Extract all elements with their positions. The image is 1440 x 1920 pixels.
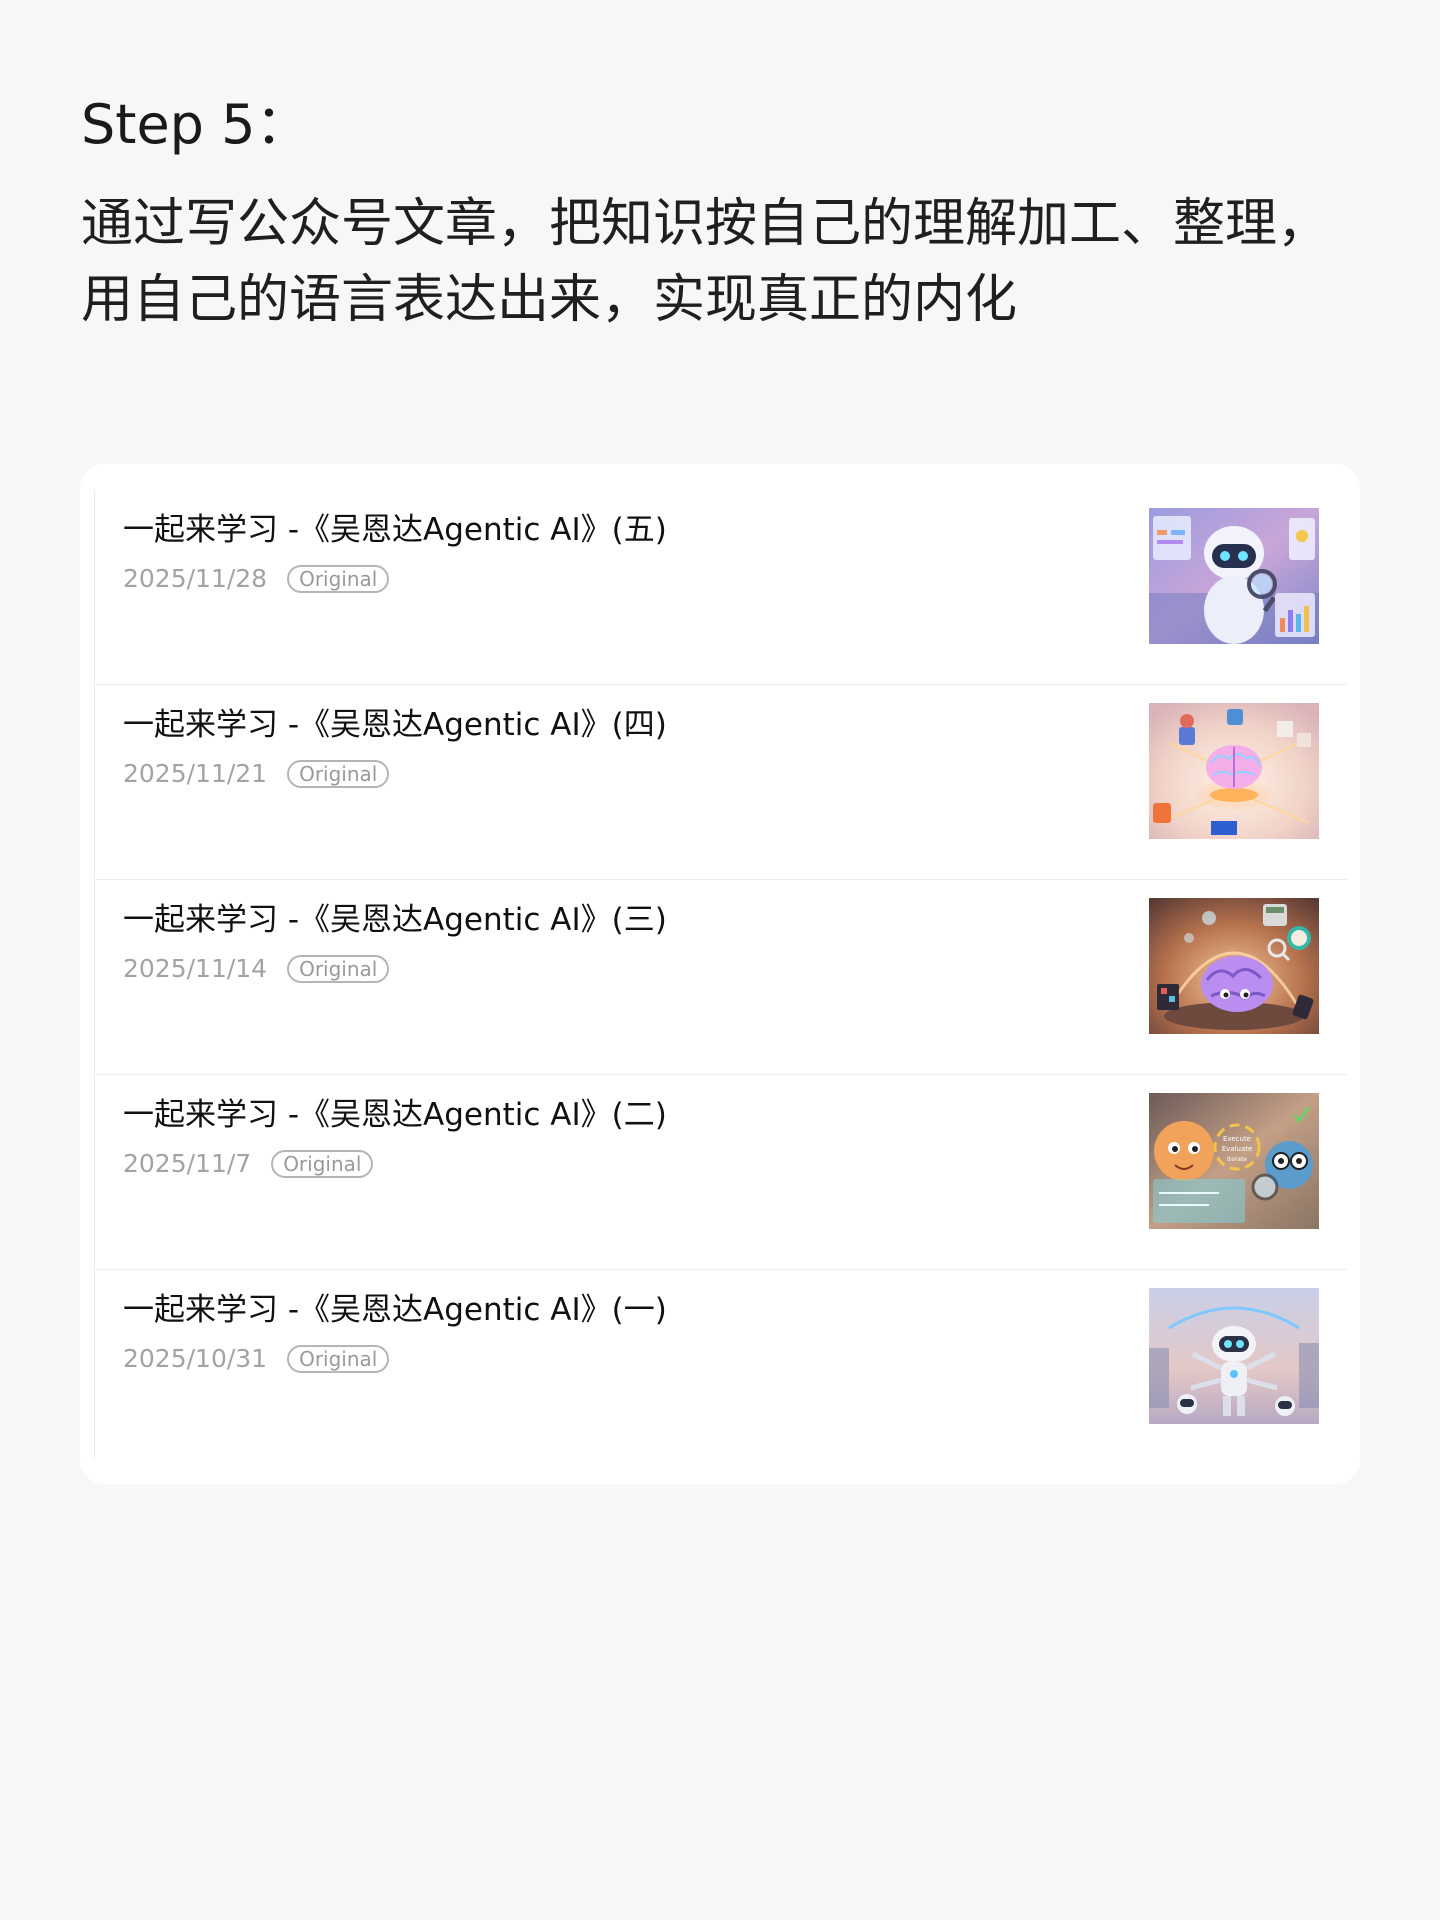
article-title[interactable]: 一起来学习 -《吴恩达Agentic AI》(五) [123, 508, 667, 552]
glowing-brain-icon[interactable] [1149, 703, 1319, 839]
execute-evaluate-iterate-icon[interactable]: Execute Evaluate Iterate [1149, 1093, 1319, 1229]
step-title: Step 5： [81, 93, 310, 156]
article-list-card: 一起来学习 -《吴恩达Agentic AI》(五) 2025/11/28 Ori… [80, 464, 1360, 1484]
step-description: 通过写公众号文章，把知识按自己的理解加工、整理，用自己的语言表达出来，实现真正的… [81, 194, 1330, 330]
iterate-label: Iterate [1227, 1156, 1247, 1163]
article-meta: 2025/11/14 Original [123, 952, 390, 986]
article-meta: 2025/11/21 Original [123, 757, 390, 791]
article-date: 2025/11/14 [123, 954, 268, 983]
article-title[interactable]: 一起来学习 -《吴恩达Agentic AI》(二) [123, 1093, 667, 1137]
article-item-4[interactable]: 一起来学习 -《吴恩达Agentic AI》(四) 2025/11/21 Ori… [95, 685, 1347, 880]
article-meta: 2025/11/7 Original [123, 1147, 374, 1181]
execute-label: Execute [1223, 1135, 1251, 1143]
article-item-2[interactable]: 一起来学习 -《吴恩达Agentic AI》(二) 2025/11/7 Orig… [95, 1075, 1347, 1270]
article-date: 2025/11/28 [123, 564, 268, 593]
article-title[interactable]: 一起来学习 -《吴恩达Agentic AI》(一) [123, 1288, 667, 1332]
original-badge: Original [287, 760, 390, 788]
original-badge: Original [271, 1150, 374, 1178]
original-badge: Original [287, 565, 390, 593]
article-title[interactable]: 一起来学习 -《吴恩达Agentic AI》(四) [123, 703, 667, 747]
article-list: 一起来学习 -《吴恩达Agentic AI》(五) 2025/11/28 Ori… [94, 490, 1347, 1458]
article-title[interactable]: 一起来学习 -《吴恩达Agentic AI》(三) [123, 898, 667, 942]
robot-with-magnifier-icon[interactable] [1149, 508, 1319, 644]
article-meta: 2025/11/28 Original [123, 562, 390, 596]
multi-arm-robot-icon[interactable] [1149, 1288, 1319, 1424]
article-date: 2025/11/7 [123, 1149, 252, 1178]
article-meta: 2025/10/31 Original [123, 1342, 390, 1376]
original-badge: Original [287, 1345, 390, 1373]
original-badge: Original [287, 955, 390, 983]
article-item-3[interactable]: 一起来学习 -《吴恩达Agentic AI》(三) 2025/11/14 Ori… [95, 880, 1347, 1075]
article-item-5[interactable]: 一起来学习 -《吴恩达Agentic AI》(五) 2025/11/28 Ori… [95, 490, 1347, 685]
article-date: 2025/10/31 [123, 1344, 268, 1373]
evaluate-label: Evaluate [1222, 1145, 1253, 1153]
article-date: 2025/11/21 [123, 759, 268, 788]
article-item-1[interactable]: 一起来学习 -《吴恩达Agentic AI》(一) 2025/10/31 Ori… [95, 1270, 1347, 1465]
cartoon-brain-icon[interactable] [1149, 898, 1319, 1034]
